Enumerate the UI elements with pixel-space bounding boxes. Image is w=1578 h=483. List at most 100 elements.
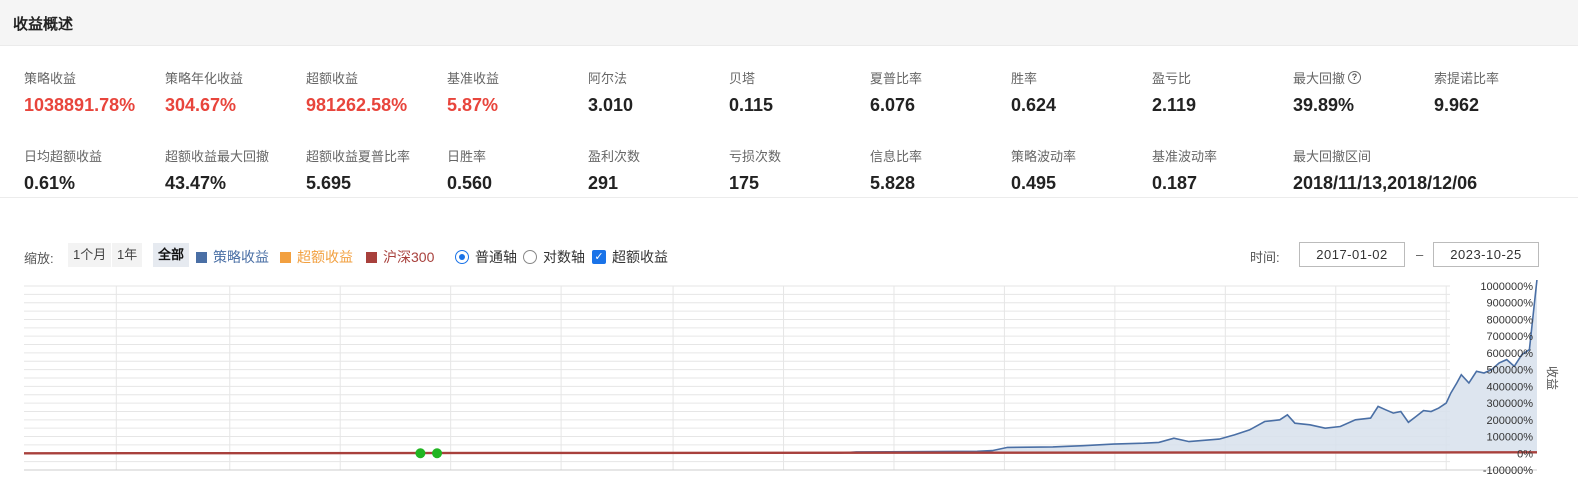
metric-13: 超额收益夏普比率 5.695: [306, 146, 451, 194]
metric-4: 阿尔法 3.010: [588, 68, 733, 116]
legend-benchmark[interactable]: 沪深300: [366, 247, 434, 267]
metric-2: 超额收益 981262.58%: [306, 68, 451, 116]
metric-label: 策略收益: [24, 70, 77, 86]
y-tick-label: 200000%: [1487, 415, 1534, 427]
y-tick-label: -100000%: [1483, 465, 1533, 477]
legend-benchmark-label: 沪深300: [383, 249, 435, 265]
metric-label: 最大回撤?: [1293, 68, 1438, 86]
metric-5: 贝塔 0.115: [729, 68, 874, 116]
date-separator: –: [1416, 247, 1424, 262]
metric-label: 超额收益: [306, 70, 359, 86]
start-date-input[interactable]: [1299, 242, 1405, 267]
metric-value: 0.495: [1011, 173, 1057, 193]
metric-value: 2.119: [1152, 95, 1197, 115]
y-tick-label: 300000%: [1487, 398, 1534, 410]
metric-value: 291: [588, 173, 619, 193]
metric-value: 6.076: [870, 95, 916, 115]
y-tick-label: 800000%: [1487, 314, 1534, 326]
metric-8: 盈亏比 2.119: [1152, 68, 1297, 116]
metric-label: 策略波动率: [1011, 148, 1077, 164]
metric-label: 超额收益夏普比率: [306, 148, 411, 164]
strategy-return-area: [24, 279, 1537, 454]
metric-10: 索提诺比率 9.962: [1434, 68, 1578, 116]
metric-label: 日均超额收益: [24, 148, 103, 164]
metric-value: 0.115: [729, 95, 774, 115]
excess-return-label: 超额收益: [612, 249, 668, 265]
metric-value: 2018/11/13,2018/12/06: [1293, 173, 1478, 193]
metric-label: 阿尔法: [588, 70, 628, 86]
metric-label: 胜率: [1011, 70, 1038, 86]
chart-toolbar: 缩放: 1个月 1年 全部 策略收益 超额收益 沪深300 普通轴 对数轴 ✓ …: [0, 240, 1578, 272]
metric-label: 日胜率: [447, 148, 487, 164]
metric-18: 策略波动率 0.495: [1011, 146, 1156, 194]
zoom-label: 缩放:: [24, 251, 54, 266]
metric-20: 最大回撤区间 2018/11/13,2018/12/06: [1293, 146, 1553, 194]
log-axis-radio[interactable]: 对数轴: [523, 247, 585, 267]
metric-value: 304.67%: [165, 95, 237, 115]
y-tick-label: 900000%: [1487, 298, 1534, 310]
metric-label: 盈亏比: [1152, 70, 1192, 86]
time-label: 时间:: [1250, 250, 1280, 265]
metric-label: 最大回撤区间: [1293, 148, 1372, 164]
log-axis-label: 对数轴: [543, 249, 585, 265]
metric-6: 夏普比率 6.076: [870, 68, 1015, 116]
radio-empty-icon: [523, 250, 537, 264]
legend-swatch-excess: [280, 251, 291, 263]
trade-marker: [415, 448, 426, 459]
metric-value: 5.87%: [447, 95, 499, 115]
metric-label: 超额收益最大回撤: [165, 148, 270, 164]
metric-label: 贝塔: [729, 70, 756, 86]
returns-chart: 1000000% 900000% 800000% 700000% 600000% 5000…: [0, 279, 1578, 480]
metric-label: 基准波动率: [1152, 148, 1218, 164]
end-date-input[interactable]: [1433, 242, 1539, 267]
metric-7: 胜率 0.624: [1011, 68, 1156, 116]
metric-value: 175: [729, 173, 760, 193]
y-tick-label: 100000%: [1487, 432, 1534, 444]
metric-0: 策略收益 1038891.78%: [24, 68, 169, 116]
metric-value: 43.47%: [165, 173, 227, 193]
returns-chart-svg: 1000000% 900000% 800000% 700000% 600000% 5000…: [23, 279, 1559, 477]
metric-value: 3.010: [588, 95, 634, 115]
y-tick-label: 400000%: [1487, 381, 1534, 393]
legend-strategy[interactable]: 策略收益: [196, 247, 269, 267]
y-tick-label: 700000%: [1487, 331, 1534, 343]
benchmark-line: [23, 451, 1538, 455]
metric-label: 亏损次数: [729, 148, 782, 164]
metric-value: 0.187: [1152, 173, 1198, 193]
metric-value: 0.560: [447, 173, 493, 193]
metric-12: 超额收益最大回撤 43.47%: [165, 146, 310, 194]
y-tick-label: 500000%: [1487, 365, 1534, 377]
metric-19: 基准波动率 0.187: [1152, 146, 1297, 194]
question-circle-icon[interactable]: ?: [1348, 70, 1362, 84]
metrics-panel: 策略收益 1038891.78% 策略年化收益 304.67% 超额收益 981262.5…: [0, 46, 1578, 198]
section-header: 收益概述: [0, 0, 1578, 46]
metric-value: 5.828: [870, 173, 916, 193]
normal-axis-radio[interactable]: 普通轴: [455, 247, 517, 267]
metric-value: 1038891.78%: [24, 95, 136, 115]
metric-value: 0.624: [1011, 95, 1057, 115]
legend-strategy-label: 策略收益: [213, 249, 269, 265]
checkbox-checked-icon: ✓: [592, 250, 606, 264]
zoom-all-button[interactable]: 全部: [153, 243, 190, 267]
metric-label: 夏普比率: [870, 70, 923, 86]
y-axis-label: 收益: [1545, 366, 1559, 390]
legend-excess-label: 超额收益: [297, 249, 353, 265]
y-tick-label: 1000000%: [1480, 281, 1533, 293]
zoom-1-year-button[interactable]: 1年: [112, 243, 143, 267]
legend-swatch-strategy: [196, 251, 207, 263]
metric-value: 39.89%: [1293, 95, 1355, 115]
zoom-1-month-button[interactable]: 1个月: [68, 243, 112, 267]
excess-return-checkbox[interactable]: ✓ 超额收益: [592, 247, 668, 267]
metric-value: 0.61%: [24, 173, 76, 193]
radio-selected-icon: [455, 250, 469, 264]
metric-9: 最大回撤? 39.89%: [1293, 68, 1438, 116]
metric-label: 索提诺比率: [1434, 70, 1500, 86]
page-title: 收益概述: [13, 16, 74, 33]
metric-value: 981262.58%: [306, 95, 408, 115]
legend-excess[interactable]: 超额收益: [280, 247, 353, 267]
y-tick-label: 0%: [1517, 448, 1533, 460]
metric-label: 信息比率: [870, 148, 923, 164]
metric-label: 基准收益: [447, 70, 500, 86]
metric-11: 日均超额收益 0.61%: [24, 146, 169, 194]
normal-axis-label: 普通轴: [475, 249, 517, 265]
